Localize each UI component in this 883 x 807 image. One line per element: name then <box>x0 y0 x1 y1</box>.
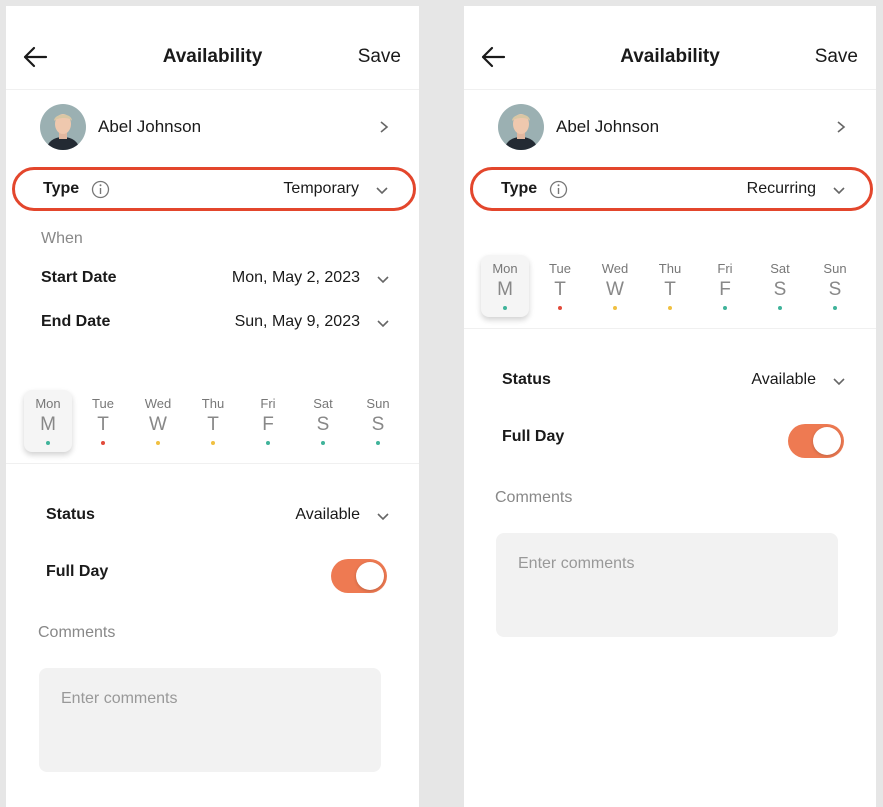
chevron-down-icon <box>833 378 845 386</box>
end-date-label: End Date <box>41 313 111 330</box>
start-date-row[interactable]: Start Date Mon, May 2, 2023 <box>6 265 419 295</box>
chevron-down-icon <box>833 187 845 195</box>
status-dot <box>778 306 782 310</box>
day-wed[interactable]: Wed W <box>591 255 639 317</box>
chevron-right-icon[interactable] <box>377 120 391 134</box>
full-day-label: Full Day <box>46 563 109 580</box>
day-fri[interactable]: Fri F <box>244 390 292 452</box>
user-row[interactable]: Abel Johnson <box>6 102 419 154</box>
comments-label: Comments <box>38 624 116 641</box>
user-name: Abel Johnson <box>556 117 660 136</box>
info-icon[interactable] <box>549 180 568 199</box>
full-day-toggle[interactable] <box>788 424 844 458</box>
type-label: Type <box>43 180 80 197</box>
type-value: Temporary <box>283 180 359 197</box>
day-thu[interactable]: Thu T <box>189 390 237 452</box>
status-dot <box>266 441 270 445</box>
chevron-down-icon <box>376 187 388 195</box>
when-label: When <box>41 230 83 247</box>
chevron-down-icon <box>377 276 389 284</box>
start-date-label: Start Date <box>41 269 117 286</box>
status-dot <box>833 306 837 310</box>
availability-screen-temporary: Availability Save Abel Johnson Type Temp… <box>6 6 419 807</box>
day-tue[interactable]: Tue T <box>79 390 127 452</box>
comments-label: Comments <box>495 489 573 506</box>
info-icon[interactable] <box>91 180 110 199</box>
comments-placeholder: Enter comments <box>518 555 635 572</box>
comments-placeholder: Enter comments <box>61 690 178 707</box>
comments-input[interactable]: Enter comments <box>496 533 838 637</box>
full-day-label: Full Day <box>502 428 565 445</box>
day-sat[interactable]: Sat S <box>299 390 347 452</box>
day-selector: Mon M Tue T Wed W Thu T Fri F Sat S Sun … <box>464 247 876 329</box>
type-label: Type <box>501 180 538 197</box>
day-sun[interactable]: Sun S <box>811 255 859 317</box>
type-dropdown[interactable]: Type Recurring <box>470 167 873 211</box>
start-date-value: Mon, May 2, 2023 <box>231 269 360 286</box>
chevron-down-icon <box>377 320 389 328</box>
status-row[interactable]: Status Available <box>6 502 419 532</box>
type-dropdown[interactable]: Type Temporary <box>12 167 416 211</box>
toggle-knob <box>813 427 841 455</box>
day-sun[interactable]: Sun S <box>354 390 402 452</box>
end-date-row[interactable]: End Date Sun, May 9, 2023 <box>6 309 419 339</box>
status-value: Available <box>751 371 816 388</box>
status-dot <box>376 441 380 445</box>
day-mon[interactable]: Mon M <box>481 255 529 317</box>
status-dot <box>321 441 325 445</box>
chevron-right-icon[interactable] <box>834 120 848 134</box>
header: Availability Save <box>6 6 419 90</box>
day-sat[interactable]: Sat S <box>756 255 804 317</box>
status-dot <box>503 306 507 310</box>
user-row[interactable]: Abel Johnson <box>464 102 876 154</box>
comments-input[interactable]: Enter comments <box>39 668 381 772</box>
status-dot <box>613 306 617 310</box>
status-dot <box>101 441 105 445</box>
status-dot <box>668 306 672 310</box>
day-selector: Mon M Tue T Wed W Thu T Fri F Sat S Sun … <box>6 382 419 464</box>
save-button[interactable]: Save <box>815 46 858 68</box>
day-tue[interactable]: Tue T <box>536 255 584 317</box>
avatar <box>498 104 544 150</box>
header: Availability Save <box>464 6 876 90</box>
status-dot <box>46 441 50 445</box>
status-value: Available <box>295 506 360 523</box>
day-thu[interactable]: Thu T <box>646 255 694 317</box>
save-button[interactable]: Save <box>358 46 401 68</box>
status-label: Status <box>502 371 551 388</box>
status-dot <box>558 306 562 310</box>
end-date-value: Sun, May 9, 2023 <box>234 313 360 330</box>
chevron-down-icon <box>377 513 389 521</box>
full-day-toggle[interactable] <box>331 559 387 593</box>
status-label: Status <box>46 506 95 523</box>
day-wed[interactable]: Wed W <box>134 390 182 452</box>
status-dot <box>723 306 727 310</box>
day-mon[interactable]: Mon M <box>24 390 72 452</box>
availability-screen-recurring: Availability Save Abel Johnson Type Recu… <box>464 6 876 807</box>
user-name: Abel Johnson <box>98 117 202 136</box>
status-row[interactable]: Status Available <box>464 367 876 397</box>
avatar <box>40 104 86 150</box>
toggle-knob <box>356 562 384 590</box>
type-value: Recurring <box>746 180 816 197</box>
status-dot <box>211 441 215 445</box>
day-fri[interactable]: Fri F <box>701 255 749 317</box>
status-dot <box>156 441 160 445</box>
